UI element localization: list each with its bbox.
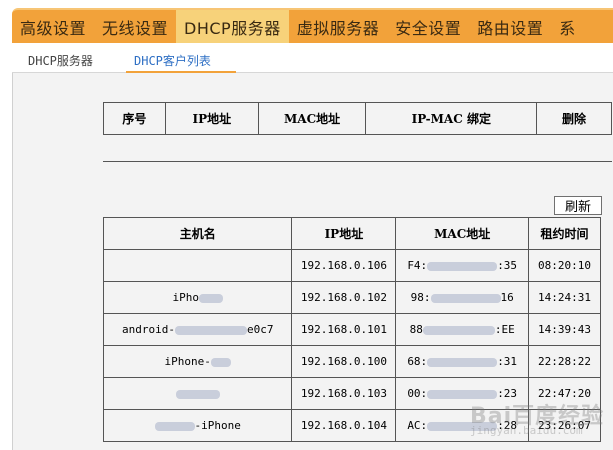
host-cell (102, 249, 293, 282)
lease-cell: 08:20:10 (528, 249, 601, 282)
lease-cell: 14:24:31 (528, 281, 601, 314)
nav-dhcp-server[interactable]: DHCP服务器 (176, 10, 289, 43)
mac-prefix: 68: (407, 355, 428, 368)
ip-cell: 192.168.0.106 (291, 249, 397, 282)
client-col-hostname: 主机名 (102, 217, 293, 250)
nav-security-settings[interactable]: 安全设置 (387, 10, 469, 43)
host-prefix: iPho (172, 291, 199, 304)
client-table-header-row: 主机名 IP地址 MAC地址 租约时间 (102, 217, 601, 250)
mac-prefix: AC: (407, 419, 428, 432)
table-row: 192.168.0.106 F4: :35 08:20:10 (102, 249, 601, 282)
table-row: android-e0c7 192.168.0.101 88 :EE 14:39:4… (102, 313, 601, 346)
bind-col-index: 序号 (103, 102, 166, 135)
ip-cell: 192.168.0.102 (291, 281, 397, 314)
mac-suffix: :EE (494, 323, 515, 336)
nav-system-tools[interactable]: 系 (551, 10, 584, 43)
redacted-mask (198, 293, 223, 303)
sub-nav-bar: DHCP服务器 DHCP客户列表 (12, 43, 613, 73)
client-col-mac: MAC地址 (395, 217, 530, 250)
bind-col-mac: MAC地址 (257, 102, 367, 135)
divider-line (103, 161, 612, 162)
redacted-mask (175, 389, 220, 399)
ip-cell: 192.168.0.101 (291, 313, 397, 346)
host-cell: iPho (102, 281, 293, 314)
ip-cell: 192.168.0.104 (291, 409, 397, 442)
table-row: iPhone- 192.168.0.100 68: :31 22:28:22 (102, 345, 601, 378)
mac-suffix: :35 (497, 259, 518, 272)
subnav-dhcp-client-list[interactable]: DHCP客户列表 (134, 52, 211, 69)
lease-cell: 22:28:22 (528, 345, 601, 378)
host-cell (102, 377, 293, 410)
redacted-mask (427, 261, 498, 271)
lease-cell: 14:39:43 (528, 313, 601, 346)
client-col-ip: IP地址 (291, 217, 397, 250)
mac-cell: F4: :35 (395, 249, 530, 282)
ip-cell: 192.168.0.100 (291, 345, 397, 378)
redacted-mask (427, 357, 498, 367)
host-prefix: android- (121, 323, 175, 336)
mac-prefix: 88 (409, 323, 423, 336)
host-suffix: -iPhone (194, 419, 241, 432)
mac-suffix: 16 (500, 291, 514, 304)
mac-prefix: 98: (410, 291, 431, 304)
refresh-button[interactable]: 刷新 (554, 196, 602, 215)
subnav-dhcp-server[interactable]: DHCP服务器 (28, 52, 93, 69)
top-nav-bar: 高级设置 无线设置 DHCP服务器 虚拟服务器 安全设置 路由设置 系 (12, 8, 613, 43)
redacted-mask (422, 325, 495, 335)
bind-table-header-row: 序号 IP地址 MAC地址 IP-MAC 绑定 删除 (103, 102, 612, 135)
nav-virtual-server[interactable]: 虚拟服务器 (289, 10, 388, 43)
mac-cell: 68: :31 (395, 345, 530, 378)
nav-routing-settings[interactable]: 路由设置 (469, 10, 551, 43)
host-cell: -iPhone (102, 409, 293, 442)
redacted-mask (154, 421, 195, 431)
redacted-mask (174, 325, 247, 335)
mac-cell: 98: 16 (395, 281, 530, 314)
mac-cell: 88 :EE (395, 313, 530, 346)
watermark-url: jingyan.baidu.com (470, 424, 583, 437)
mac-prefix: F4: (407, 259, 428, 272)
host-cell: iPhone- (102, 345, 293, 378)
nav-wireless-settings[interactable]: 无线设置 (94, 10, 176, 43)
host-prefix: iPhone- (164, 355, 211, 368)
host-cell: android-e0c7 (102, 313, 293, 346)
bind-col-delete: 删除 (536, 102, 612, 135)
host-suffix: e0c7 (246, 323, 274, 336)
mac-suffix: :31 (497, 355, 518, 368)
ip-mac-bind-table: 序号 IP地址 MAC地址 IP-MAC 绑定 删除 (103, 102, 612, 135)
ip-cell: 192.168.0.103 (291, 377, 397, 410)
client-col-lease: 租约时间 (528, 217, 601, 250)
bind-col-ipmac-bind: IP-MAC 绑定 (365, 102, 538, 135)
redacted-mask (210, 357, 231, 367)
redacted-mask (430, 293, 501, 303)
table-row: iPho 192.168.0.102 98: 16 14:24:31 (102, 281, 601, 314)
bind-col-ip: IP地址 (164, 102, 259, 135)
nav-advanced-settings[interactable]: 高级设置 (12, 10, 94, 43)
content-panel: 序号 IP地址 MAC地址 IP-MAC 绑定 删除 刷新 主机名 IP地址 M… (12, 73, 613, 450)
mac-prefix: 00: (407, 387, 428, 400)
